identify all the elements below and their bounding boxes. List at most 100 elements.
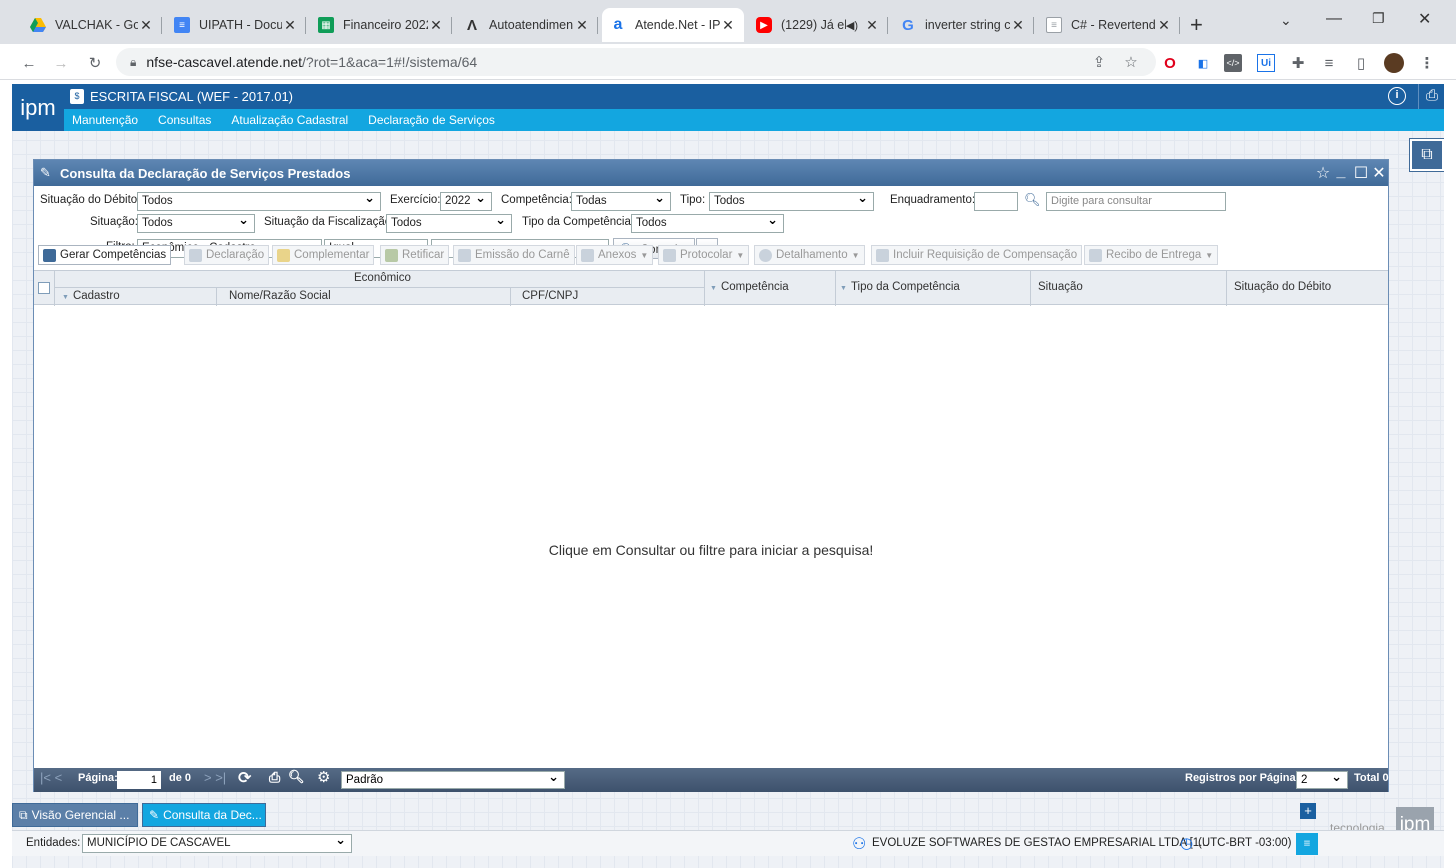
- complementar-button[interactable]: Complementar: [272, 245, 375, 265]
- gerar-competencias-button[interactable]: Gerar Competências: [38, 245, 172, 265]
- extension-icon[interactable]: ◧: [1194, 54, 1212, 72]
- layout-select[interactable]: Padrão: [341, 771, 565, 789]
- search-icon[interactable]: 🔍︎: [1024, 192, 1041, 208]
- print-icon[interactable]: ⎙: [269, 769, 280, 786]
- devtools-extension-icon[interactable]: </>: [1224, 54, 1242, 72]
- folder-icon: [277, 248, 290, 262]
- bookmark-star-icon[interactable]: ☆: [1122, 53, 1140, 71]
- per-page-select[interactable]: 2: [1296, 771, 1348, 789]
- close-icon[interactable]: ✕: [1370, 163, 1388, 183]
- browser-tab[interactable]: ▶ (1229) Já el ◀) ✕: [748, 8, 888, 42]
- browser-tab[interactable]: VALCHAK - Goo ✕: [22, 8, 162, 42]
- add-window-button[interactable]: +: [1300, 803, 1316, 819]
- declaracao-button[interactable]: Declaração: [184, 245, 270, 265]
- close-icon[interactable]: ✕: [1010, 17, 1026, 34]
- incluir-requisicao-button[interactable]: Incluir Requisição de Compensação: [871, 245, 1083, 265]
- reload-icon[interactable]: ↻: [86, 54, 104, 72]
- settings-gear-icon[interactable]: ⚙: [317, 768, 330, 786]
- browser-tab[interactable]: ≡ C# - Revertend ✕: [1038, 8, 1180, 42]
- menu-consultas[interactable]: Consultas: [158, 113, 211, 127]
- detalhamento-button[interactable]: Detalhamento ▼: [754, 245, 865, 265]
- extensions-puzzle-icon[interactable]: ✚: [1289, 54, 1307, 72]
- tipo-competencia-select[interactable]: Todos: [631, 214, 784, 233]
- tab-search-icon[interactable]: ⌄: [1280, 12, 1292, 29]
- entidades-label: Entidades:: [26, 837, 81, 849]
- forward-icon[interactable]: →: [52, 54, 70, 72]
- browser-tab[interactable]: Λ Autoatendimen ✕: [456, 8, 598, 42]
- refresh-icon[interactable]: ⟳: [238, 768, 251, 788]
- close-icon[interactable]: ✕: [138, 17, 154, 34]
- emissao-carne-button[interactable]: Emissão do Carnê: [453, 245, 575, 265]
- opera-extension-icon[interactable]: O: [1161, 54, 1179, 72]
- close-icon[interactable]: ✕: [428, 17, 444, 34]
- print-icon[interactable]: ⎙: [1426, 87, 1438, 104]
- column-cpf-cnpj[interactable]: CPF/CNPJ: [522, 290, 578, 302]
- speaker-icon[interactable]: ◀): [846, 19, 858, 32]
- browser-tab-active[interactable]: a Atende.Net - IP ✕: [602, 8, 744, 42]
- protocolar-button[interactable]: Protocolar ▼: [658, 245, 750, 265]
- restore-windows-icon[interactable]: ⧉: [1409, 138, 1444, 172]
- divider: [835, 271, 836, 306]
- anexos-button[interactable]: Anexos ▼: [576, 245, 654, 265]
- recibo-entrega-button[interactable]: Recibo de Entrega ▼: [1084, 245, 1219, 265]
- back-icon[interactable]: ←: [20, 54, 38, 72]
- browser-menu-icon[interactable]: ⋮: [1418, 54, 1436, 72]
- zoom-icon[interactable]: 🔍︎: [288, 769, 305, 785]
- select-all-checkbox[interactable]: [38, 282, 50, 294]
- maximize-icon[interactable]: ☐: [1352, 163, 1370, 183]
- restore-icon[interactable]: ❐: [1372, 10, 1385, 27]
- new-tab-button[interactable]: +: [1190, 12, 1203, 38]
- menu-list-icon[interactable]: ≡: [1296, 833, 1318, 855]
- side-panel-icon[interactable]: ▯: [1352, 54, 1370, 72]
- minimize-icon[interactable]: —: [1326, 10, 1342, 28]
- address-bar[interactable]: 🔒︎ nfse-cascavel.atende.net/?rot=1&aca=1…: [116, 48, 1156, 76]
- first-page-icon[interactable]: |< <: [40, 770, 62, 785]
- column-nome-razao-social[interactable]: Nome/Razão Social: [229, 290, 331, 302]
- user-company[interactable]: EVOLUZE SOFTWARES DE GESTAO EMPRESARIAL …: [872, 837, 1209, 849]
- situacao-select[interactable]: Todos: [137, 214, 255, 233]
- close-icon[interactable]: ✕: [720, 17, 736, 34]
- info-icon[interactable]: i: [1388, 87, 1406, 105]
- media-control-icon[interactable]: ≡: [1320, 54, 1338, 72]
- column-cadastro[interactable]: ▼ Cadastro: [62, 290, 120, 302]
- entidades-select[interactable]: MUNICÍPIO DE CASCAVEL: [82, 834, 352, 853]
- enquadramento-input[interactable]: [974, 192, 1018, 211]
- column-competencia[interactable]: ▼ Competência: [710, 281, 789, 293]
- close-icon[interactable]: ✕: [864, 17, 880, 34]
- close-icon[interactable]: ✕: [1156, 17, 1172, 34]
- situacao-fiscalizacao-label: Situação da Fiscalização:: [264, 216, 395, 228]
- task-visao-gerencial[interactable]: ⧉ Visão Gerencial ...: [12, 803, 138, 827]
- profile-avatar[interactable]: [1384, 53, 1404, 73]
- minimize-icon[interactable]: _: [1332, 163, 1350, 181]
- retificar-button[interactable]: Retificar: [380, 245, 450, 265]
- column-group-economico: Econômico: [354, 272, 411, 284]
- favorite-star-icon[interactable]: ☆: [1314, 163, 1332, 183]
- exercicio-select[interactable]: 2022: [440, 192, 492, 211]
- consult-search-input[interactable]: Digite para consultar: [1046, 192, 1226, 211]
- column-situacao[interactable]: Situação: [1038, 281, 1083, 293]
- window-close-icon[interactable]: ✕: [1418, 9, 1431, 29]
- competencia-select[interactable]: Todas: [571, 192, 671, 211]
- browser-tab[interactable]: G inverter string c ✕: [892, 8, 1034, 42]
- column-tipo-competencia[interactable]: ▼ Tipo da Competência: [840, 281, 960, 293]
- divider: [1418, 84, 1419, 109]
- share-icon[interactable]: ⇪: [1090, 53, 1108, 71]
- menu-manutencao[interactable]: Manutenção: [72, 113, 138, 127]
- browser-tab[interactable]: ≡ UIPATH - Docu ✕: [166, 8, 306, 42]
- next-page-icon[interactable]: > >|: [204, 770, 226, 785]
- menu-declaracao-servicos[interactable]: Declaração de Serviços: [368, 113, 495, 127]
- column-situacao-debito[interactable]: Situação do Débito: [1234, 281, 1331, 293]
- situacao-fiscalizacao-select[interactable]: Todos: [386, 214, 512, 233]
- situacao-debito-select[interactable]: Todos: [137, 192, 381, 211]
- menu-atualizacao-cadastral[interactable]: Atualização Cadastral: [231, 113, 348, 127]
- tipo-select[interactable]: Todos: [709, 192, 874, 211]
- situacao-label: Situação:: [90, 216, 138, 228]
- close-icon[interactable]: ✕: [574, 17, 590, 34]
- lock-icon: 🔒︎: [130, 54, 137, 69]
- uipath-extension-icon[interactable]: Ui: [1257, 54, 1275, 72]
- browser-tab[interactable]: ▦ Financeiro 2022 ✕: [310, 8, 452, 42]
- page-input[interactable]: 1: [117, 771, 161, 789]
- lambda-icon: Λ: [466, 16, 477, 34]
- close-icon[interactable]: ✕: [282, 17, 298, 34]
- task-consulta-declaracao[interactable]: ✎ Consulta da Dec...: [142, 803, 266, 827]
